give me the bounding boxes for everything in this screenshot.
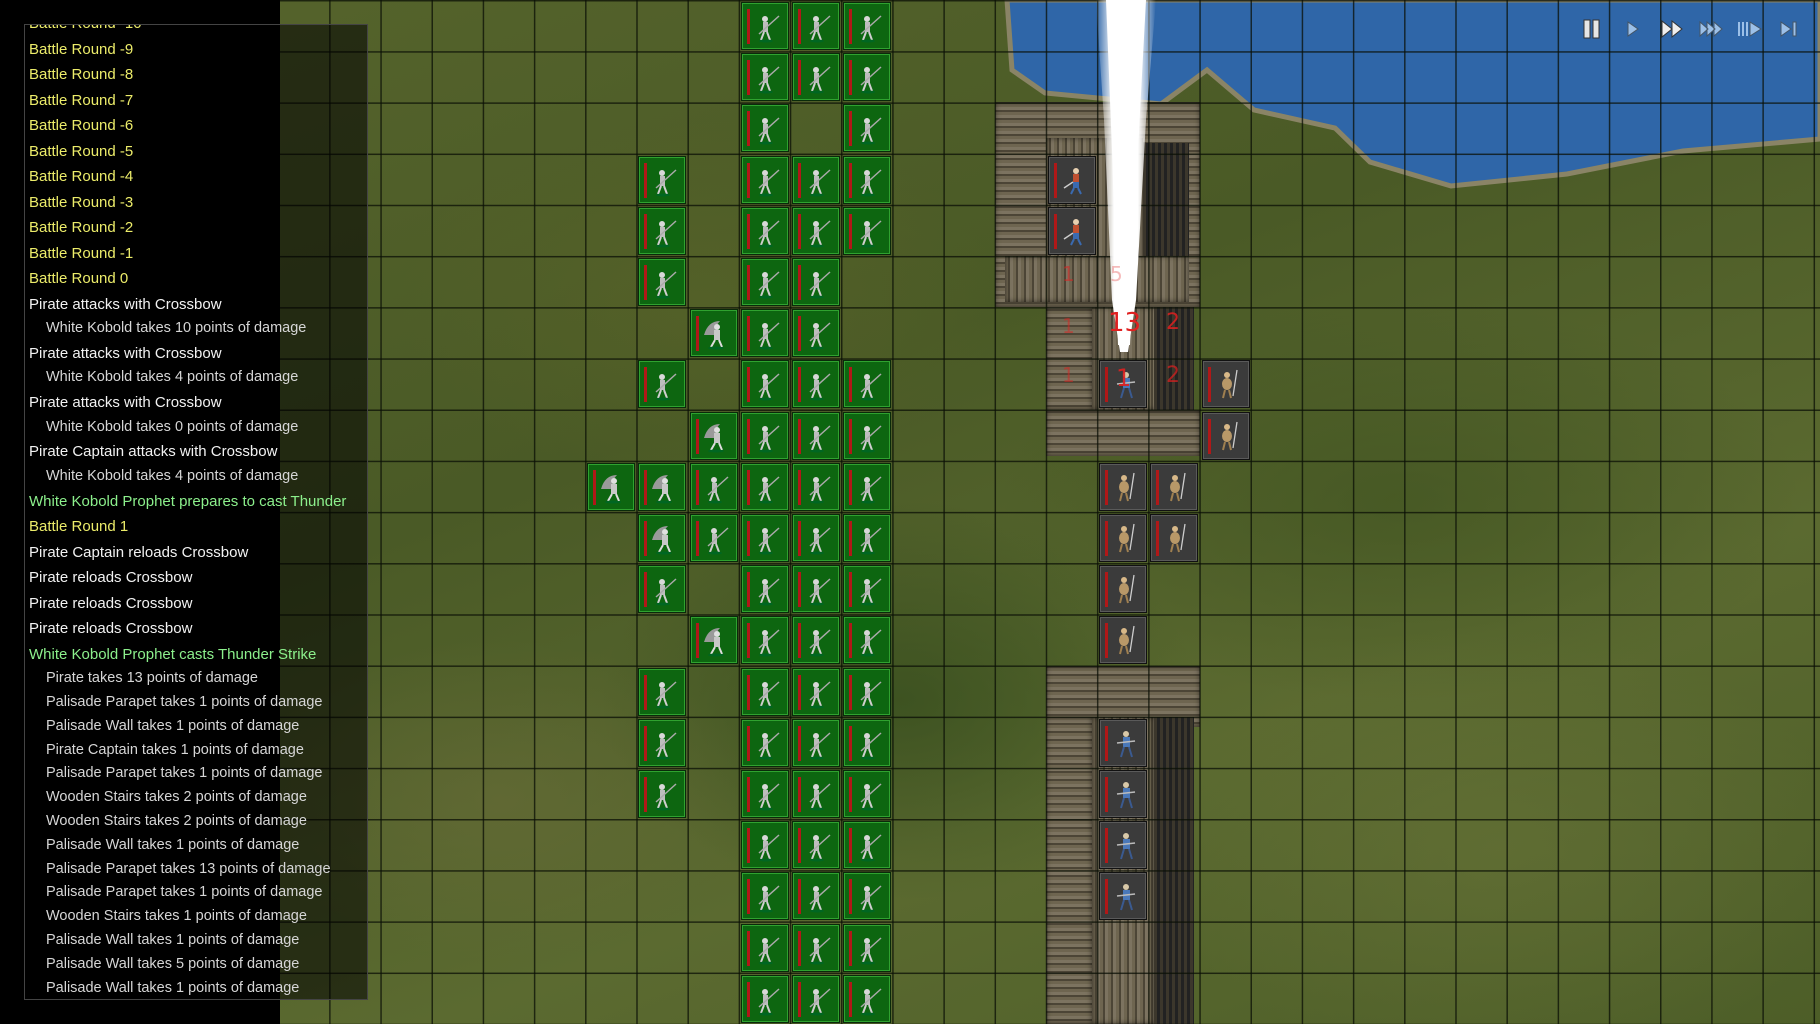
log-entry: Wooden Stairs takes 2 points of damage [46, 812, 307, 829]
log-entry: Battle Round -8 [29, 66, 134, 83]
log-entry: Pirate attacks with Crossbow [29, 344, 222, 362]
log-entry: Pirate Captain reloads Crossbow [29, 543, 249, 561]
fastest-forward-icon [1737, 21, 1762, 37]
fastest-button[interactable] [1730, 12, 1769, 46]
log-entry: Palisade Wall takes 1 points of damage [46, 931, 300, 948]
log-entry: Palisade Wall takes 1 points of damage [46, 717, 300, 734]
damage-number: 1 [1062, 363, 1075, 387]
log-entry: Pirate Captain attacks with Crossbow [29, 443, 278, 461]
log-entry: Battle Round -2 [29, 219, 134, 236]
fast-forward-button[interactable] [1652, 12, 1691, 46]
log-entry: Palisade Parapet takes 13 points of dama… [46, 860, 331, 877]
damage-number: 1 [1116, 364, 1132, 392]
log-entry: White Kobold takes 4 points of damage [46, 467, 299, 484]
log-entry: Pirate attacks with Crossbow [29, 394, 222, 412]
pause-icon [1583, 19, 1599, 39]
battle-log-panel[interactable]: Battle Round -10 Battle Round -9 Battle Ro… [24, 24, 368, 1000]
log-entry: Wooden Stairs takes 1 points of damage [46, 908, 307, 925]
log-entry: Battle Round 0 [29, 270, 129, 287]
damage-number: 2 [1166, 310, 1180, 335]
log-entry: White Kobold Prophet casts Thunder Strik… [29, 645, 317, 663]
play-icon [1627, 21, 1639, 37]
log-entry: Battle Round -9 [29, 40, 134, 58]
log-entry: Pirate takes 13 points of damage [46, 670, 258, 687]
log-entry: Battle Round -1 [29, 244, 134, 262]
log-entry: White Kobold takes 4 points of damage [46, 369, 299, 386]
fast-forward-icon [1661, 19, 1683, 39]
faster-forward-icon [1699, 20, 1723, 38]
log-entry: Battle Round -5 [29, 142, 134, 160]
skip-end-icon [1780, 21, 1796, 37]
log-entry: Palisade Parapet takes 1 points of damag… [46, 765, 323, 782]
log-entry: Battle Round -3 [29, 193, 134, 211]
damage-number: 1 [1062, 262, 1075, 286]
log-entry: White Kobold takes 10 points of damage [46, 320, 307, 336]
log-entry: Battle Round -10 [25, 25, 367, 37]
log-entry: Battle Round -7 [29, 91, 134, 109]
damage-number: 1 [1062, 314, 1075, 338]
log-entry: Palisade Wall takes 5 points of damage [46, 955, 300, 972]
log-entry: Pirate attacks with Crossbow [29, 295, 222, 313]
play-button[interactable] [1613, 12, 1652, 46]
log-entry: Battle Round -4 [29, 168, 134, 185]
log-entry: Battle Round 1 [29, 518, 129, 536]
log-entry: Pirate reloads Crossbow [29, 569, 193, 587]
log-entry: Battle Round -6 [29, 117, 134, 134]
log-entry: Palisade Wall takes 1 points of damage [46, 836, 300, 853]
damage-number: 2 [1166, 363, 1180, 388]
damage-number: 13 [1108, 308, 1142, 338]
playback-controls [1574, 12, 1808, 46]
log-entry: Palisade Parapet takes 1 points of damag… [46, 693, 323, 710]
log-entry: Palisade Parapet takes 1 points of damag… [46, 884, 323, 901]
log-entry: Palisade Wall takes 1 points of damage [46, 979, 300, 996]
log-entry: Pirate reloads Crossbow [29, 620, 193, 638]
log-entry: Wooden Stairs takes 2 points of damage [46, 789, 307, 806]
log-entry: White Kobold Prophet prepares to cast Th… [29, 492, 347, 510]
faster-button[interactable] [1691, 12, 1730, 46]
log-entry: Pirate Captain takes 1 points of damage [46, 741, 304, 758]
skip-to-end-button[interactable] [1769, 12, 1808, 46]
damage-number: 5 [1110, 262, 1123, 286]
log-entry: Pirate reloads Crossbow [29, 594, 193, 612]
log-entry: White Kobold takes 0 points of damage [46, 418, 299, 435]
pause-button[interactable] [1574, 12, 1613, 46]
